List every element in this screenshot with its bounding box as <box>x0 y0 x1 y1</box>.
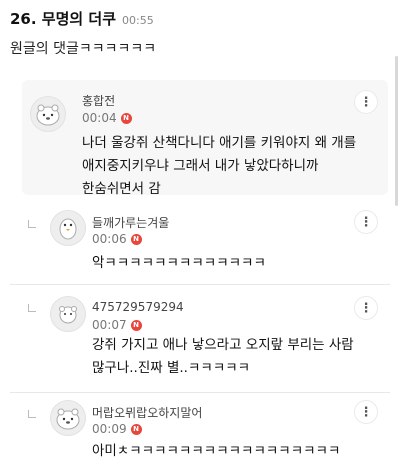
comment-meta: 00:09 N <box>92 422 142 436</box>
more-vertical-icon[interactable]: ⋮ <box>354 296 378 320</box>
comment-text: 아미ㅊㅋㅋㅋㅋㅋㅋㅋㅋㅋㅋㅋㅋㅋㅋㅋㅋㅋ <box>92 440 340 463</box>
comment-line: 애지중지키우냐 그래서 내가 낳았다하니까 <box>82 158 319 174</box>
comment-time: 00:07 <box>92 318 127 332</box>
new-badge: N <box>120 112 132 124</box>
user-avatar-icon[interactable] <box>30 96 66 132</box>
more-vertical-icon[interactable]: ⋮ <box>354 90 378 114</box>
comment-author[interactable]: 홍합전 <box>82 92 115 109</box>
post-header: 26. 무명의 더쿠 00:55 <box>10 8 154 36</box>
divider <box>10 392 390 393</box>
comment-text: 악ㅋㅋㅋㅋㅋㅋㅋㅋㅋㅋㅋㅋㅋ <box>92 252 266 275</box>
scrollbar[interactable] <box>395 56 398 206</box>
more-vertical-icon[interactable]: ⋮ <box>354 210 378 234</box>
comment-author[interactable]: 머랍오뮈랍오하지말어 <box>92 404 202 421</box>
comment-author[interactable]: 들깨가루는겨울 <box>92 214 169 231</box>
post-time: 00:55 <box>122 14 154 27</box>
post-title: 26. 무명의 더쿠 <box>10 10 117 28</box>
reply-indent-icon <box>28 220 36 228</box>
comment-author[interactable]: 475729579294 <box>92 300 184 314</box>
comment-time: 00:09 <box>92 422 127 436</box>
comment-line: 강쥐 가지고 애나 낳으라고 오지랖 부리는 사람 <box>92 337 354 353</box>
comment-text: 나더 울강쥐 산책다니다 애기를 키워야지 왜 개를 애지중지키우냐 그래서 내… <box>82 132 356 201</box>
more-vertical-icon[interactable]: ⋮ <box>354 400 378 424</box>
comment-meta: 00:06 N <box>92 232 142 246</box>
comment-time: 00:06 <box>92 232 127 246</box>
post-body: 원글의 댓글ㅋㅋㅋㅋㅋㅋ <box>10 41 157 57</box>
comment-text: 강쥐 가지고 애나 낳으라고 오지랖 부리는 사람 많구나..진짜 별..ㅋㅋㅋ… <box>92 334 354 380</box>
user-avatar-icon[interactable] <box>50 210 86 246</box>
comment-time: 00:04 <box>82 111 117 125</box>
user-avatar-icon[interactable] <box>50 296 86 332</box>
reply-indent-icon <box>28 410 36 418</box>
comment-line: 나더 울강쥐 산책다니다 애기를 키워야지 왜 개를 <box>82 135 357 151</box>
comment-line: 한숨쉬면서 감 <box>82 181 161 197</box>
comment-item: 홍합전 00:04 N ⋮ 나더 울강쥐 산책다니다 애기를 키워야지 왜 개를… <box>22 80 388 197</box>
user-avatar-icon[interactable] <box>50 400 86 436</box>
comment-line: 아미ㅊㅋㅋㅋㅋㅋㅋㅋㅋㅋㅋㅋㅋㅋㅋㅋㅋㅋ <box>92 443 341 459</box>
comment-meta: 00:07 N <box>92 318 142 332</box>
comment-panel: 홍합전 00:04 N ⋮ 나더 울강쥐 산책다니다 애기를 키워야지 왜 개를… <box>10 68 390 469</box>
divider <box>10 284 390 285</box>
new-badge: N <box>130 319 142 331</box>
reply-indent-icon <box>28 304 36 312</box>
comment-meta: 00:04 N <box>82 111 132 125</box>
new-badge: N <box>130 233 142 245</box>
comment-line: 악ㅋㅋㅋㅋㅋㅋㅋㅋㅋㅋㅋㅋㅋ <box>92 255 266 271</box>
comment-line: 많구나..진짜 별..ㅋㅋㅋㅋㅋ <box>92 360 251 376</box>
new-badge: N <box>130 423 142 435</box>
